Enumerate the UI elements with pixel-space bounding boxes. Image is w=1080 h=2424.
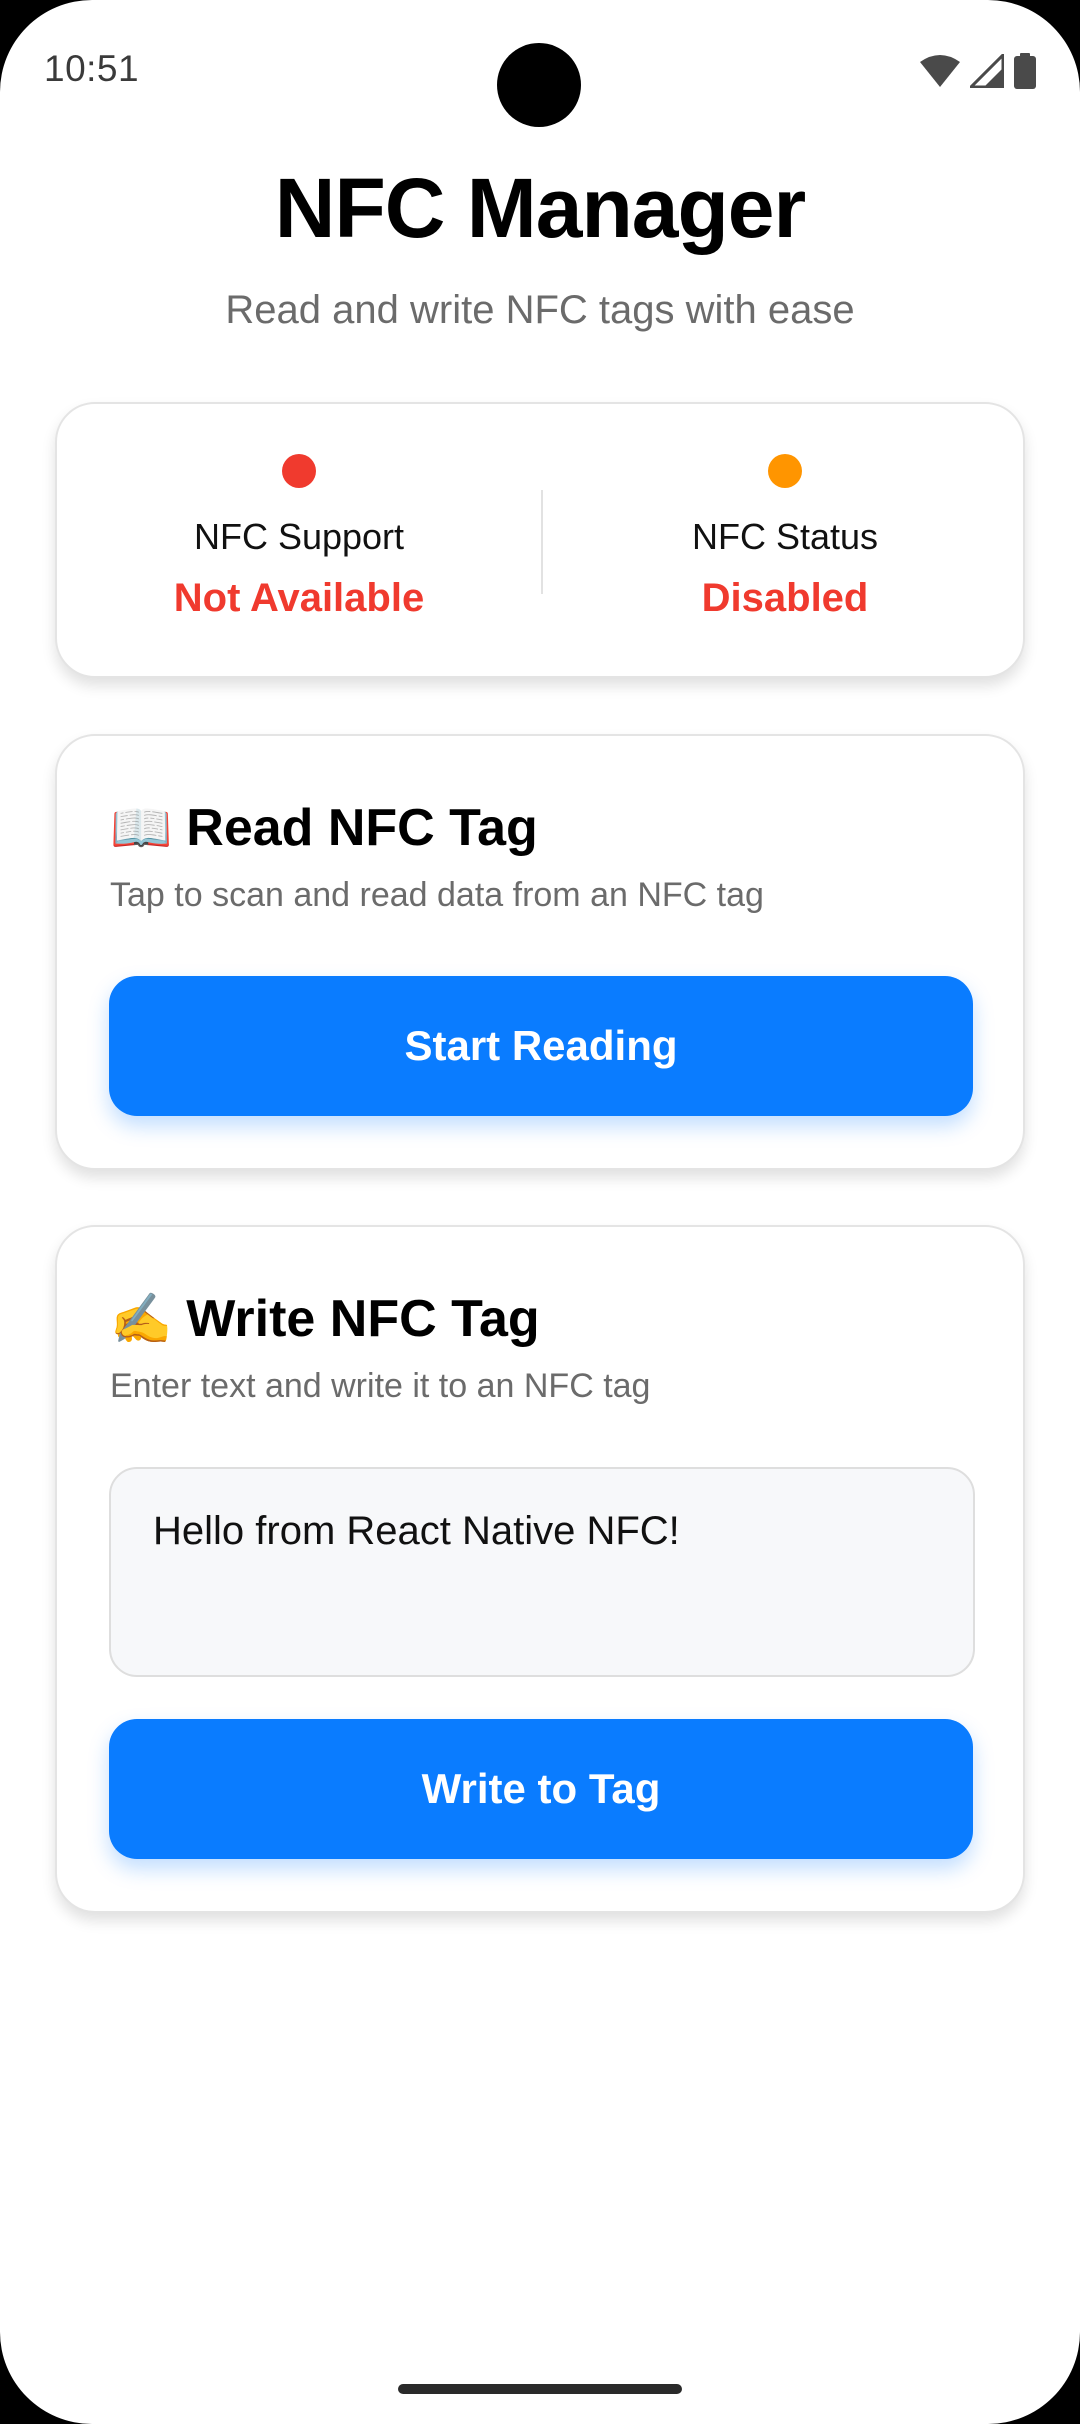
nfc-support-label: NFC Support (193, 516, 405, 557)
nfc-status-value: Disabled (701, 576, 869, 620)
read-nfc-card: 📖 Read NFC Tag Tap to scan and read data… (55, 734, 1025, 1170)
nfc-status-column: NFC Status Disabled (543, 404, 1027, 680)
status-icons (920, 52, 1036, 90)
nfc-status-label: NFC Status (691, 516, 879, 557)
nfc-status-card: NFC Support Not Available NFC Status Dis… (55, 402, 1025, 678)
write-to-tag-button[interactable]: Write to Tag (109, 1719, 973, 1859)
nfc-status-indicator-dot (768, 454, 802, 488)
writing-hand-icon: ✍️ (110, 1291, 173, 1347)
start-reading-button[interactable]: Start Reading (109, 976, 973, 1116)
page-title: NFC Manager (274, 161, 806, 255)
read-card-title: 📖 Read NFC Tag (110, 798, 538, 858)
battery-icon (1014, 53, 1036, 89)
app-screen: 10:51 NFC Manager Read and write NFC tag… (0, 0, 1080, 2424)
status-time: 10:51 (44, 48, 140, 89)
nfc-support-indicator-dot (282, 454, 316, 488)
write-card-title-text: Write NFC Tag (186, 1290, 540, 1348)
write-card-description: Enter text and write it to an NFC tag (110, 1367, 651, 1405)
cell-signal-icon (970, 54, 1004, 88)
home-indicator[interactable] (398, 2384, 682, 2394)
read-card-title-text: Read NFC Tag (186, 799, 538, 857)
nfc-support-column: NFC Support Not Available (57, 404, 541, 680)
wifi-icon (920, 54, 960, 88)
tag-text-input[interactable]: Hello from React Native NFC! (109, 1467, 975, 1677)
status-bar: 10:51 (0, 0, 1080, 140)
write-card-title: ✍️ Write NFC Tag (110, 1289, 540, 1349)
nfc-support-value: Not Available (173, 576, 425, 620)
write-nfc-card: ✍️ Write NFC Tag Enter text and write it… (55, 1225, 1025, 1913)
camera-cutout (497, 43, 581, 127)
page-subtitle: Read and write NFC tags with ease (225, 288, 855, 332)
read-card-description: Tap to scan and read data from an NFC ta… (110, 876, 764, 914)
open-book-icon: 📖 (110, 800, 173, 856)
